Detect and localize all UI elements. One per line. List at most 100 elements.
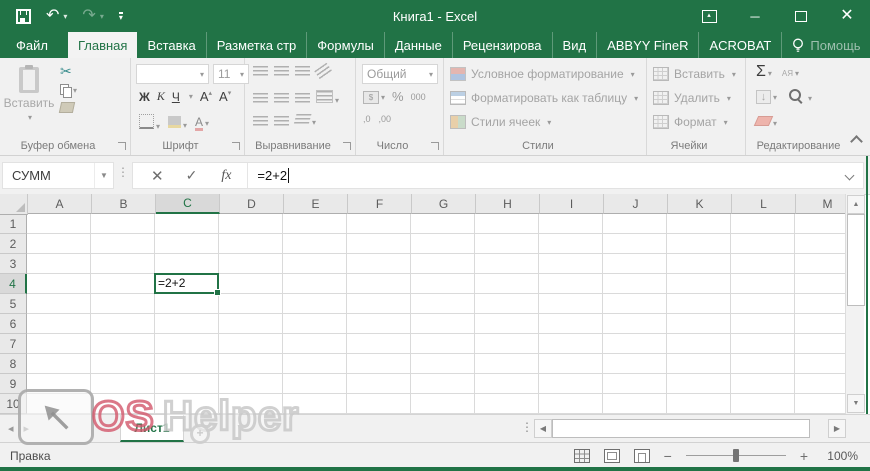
row-header-10[interactable]: 10 (0, 394, 27, 414)
font-color-button[interactable]: А ▾ (195, 115, 209, 131)
cell-I8[interactable] (539, 354, 603, 374)
cell-E8[interactable] (283, 354, 347, 374)
tab-acrobat[interactable]: ACROBAT (699, 32, 783, 58)
copy-button[interactable]: ▾ (60, 84, 77, 98)
col-header-A[interactable]: A (28, 194, 92, 214)
cell-A8[interactable] (27, 354, 91, 374)
decrease-indent-button[interactable] (253, 115, 268, 127)
cell-K1[interactable] (667, 214, 731, 234)
grow-font-button[interactable]: А▴ (200, 89, 212, 104)
ribbon-display-options-button[interactable]: ▴ (686, 0, 732, 32)
cell-C7[interactable] (155, 334, 219, 354)
cell-D7[interactable] (219, 334, 283, 354)
increase-decimal-button[interactable]: ,0 (363, 114, 371, 124)
cell-L7[interactable] (731, 334, 795, 354)
zoom-out-button[interactable]: − (664, 448, 672, 464)
cell-J7[interactable] (603, 334, 667, 354)
paste-button[interactable]: Вставить ▾ (4, 64, 54, 142)
accounting-format-button[interactable]: $ ▾ (363, 89, 385, 104)
shrink-font-button[interactable]: А▾ (219, 89, 231, 104)
comma-style-button[interactable]: 000 (411, 92, 426, 102)
cell-F8[interactable] (347, 354, 411, 374)
cell-K5[interactable] (667, 294, 731, 314)
cell-M8[interactable] (795, 354, 845, 374)
col-header-C[interactable]: C (156, 194, 220, 214)
cell-E10[interactable] (283, 394, 347, 414)
horizontal-scroll-thumb[interactable] (552, 419, 810, 438)
row-header-1[interactable]: 1 (0, 214, 27, 234)
cell-C1[interactable] (155, 214, 219, 234)
cell-H9[interactable] (475, 374, 539, 394)
cell-J2[interactable] (603, 234, 667, 254)
cell-A4[interactable] (27, 274, 91, 294)
cell-A9[interactable] (27, 374, 91, 394)
cancel-button[interactable]: ✕ (151, 167, 164, 185)
cell-A6[interactable] (27, 314, 91, 334)
cell-H6[interactable] (475, 314, 539, 334)
find-select-button[interactable]: ▾ (789, 89, 812, 104)
clear-button[interactable]: ▾ (753, 115, 777, 129)
row-header-9[interactable]: 9 (0, 374, 27, 394)
cell-I9[interactable] (539, 374, 603, 394)
cell-A10[interactable] (27, 394, 91, 414)
tab-abbyy-finer[interactable]: ABBYY FineR (597, 32, 700, 58)
redo-button[interactable]: ↷ ▾ (82, 8, 103, 24)
formula-bar-resize-handle[interactable]: ⋮ (117, 165, 129, 179)
cell-L9[interactable] (731, 374, 795, 394)
col-header-H[interactable]: H (476, 194, 540, 214)
number-dialog-launcher[interactable] (431, 142, 439, 150)
increase-indent-button[interactable] (274, 115, 289, 127)
col-header-E[interactable]: E (284, 194, 348, 214)
cell-E7[interactable] (283, 334, 347, 354)
save-button[interactable] (16, 8, 31, 24)
format-cells-button[interactable]: Формат ▾ (653, 115, 728, 129)
cell-C5[interactable] (155, 294, 219, 314)
name-box-dropdown[interactable]: ▼ (94, 163, 113, 188)
cell-C4[interactable]: =2+2 (154, 273, 221, 296)
cell-F3[interactable] (347, 254, 411, 274)
cell-M2[interactable] (795, 234, 845, 254)
cell-K7[interactable] (667, 334, 731, 354)
wrap-text-button[interactable]: ▾ (293, 114, 316, 128)
underline-button[interactable]: Ч (172, 90, 180, 104)
collapse-ribbon-button[interactable] (850, 135, 863, 148)
cell-I1[interactable] (539, 214, 603, 234)
row-header-6[interactable]: 6 (0, 314, 27, 334)
cell-M1[interactable] (795, 214, 845, 234)
page-layout-view-button[interactable] (603, 448, 620, 463)
insert-function-button[interactable]: fx (221, 168, 231, 184)
cell-J9[interactable] (603, 374, 667, 394)
cell-K4[interactable] (667, 274, 731, 294)
cell-A1[interactable] (27, 214, 91, 234)
col-header-M[interactable]: M (796, 194, 845, 214)
cell-F2[interactable] (347, 234, 411, 254)
tab-разметка-стр[interactable]: Разметка стр (207, 32, 308, 58)
col-header-D[interactable]: D (220, 194, 284, 214)
cell-B4[interactable] (91, 274, 155, 294)
cell-I6[interactable] (539, 314, 603, 334)
page-break-view-button[interactable] (633, 448, 650, 463)
row-header-2[interactable]: 2 (0, 234, 27, 254)
cell-M5[interactable] (795, 294, 845, 314)
tab-рецензирова[interactable]: Рецензирова (453, 32, 553, 58)
cell-I7[interactable] (539, 334, 603, 354)
col-header-L[interactable]: L (732, 194, 796, 214)
cell-J5[interactable] (603, 294, 667, 314)
cell-C9[interactable] (155, 374, 219, 394)
cell-M7[interactable] (795, 334, 845, 354)
cell-B10[interactable] (91, 394, 155, 414)
row-header-5[interactable]: 5 (0, 294, 27, 314)
zoom-slider[interactable] (685, 449, 786, 462)
cell-M3[interactable] (795, 254, 845, 274)
row-header-4[interactable]: 4 (0, 274, 27, 294)
scroll-up-button[interactable]: ▲ (847, 195, 865, 214)
cell-styles-button[interactable]: Стили ячеек ▾ (450, 115, 551, 129)
col-header-B[interactable]: B (92, 194, 156, 214)
cell-L5[interactable] (731, 294, 795, 314)
zoom-in-button[interactable]: + (800, 448, 808, 464)
cell-F9[interactable] (347, 374, 411, 394)
cell-F5[interactable] (347, 294, 411, 314)
cell-H2[interactable] (475, 234, 539, 254)
cell-G7[interactable] (411, 334, 475, 354)
cell-B1[interactable] (91, 214, 155, 234)
